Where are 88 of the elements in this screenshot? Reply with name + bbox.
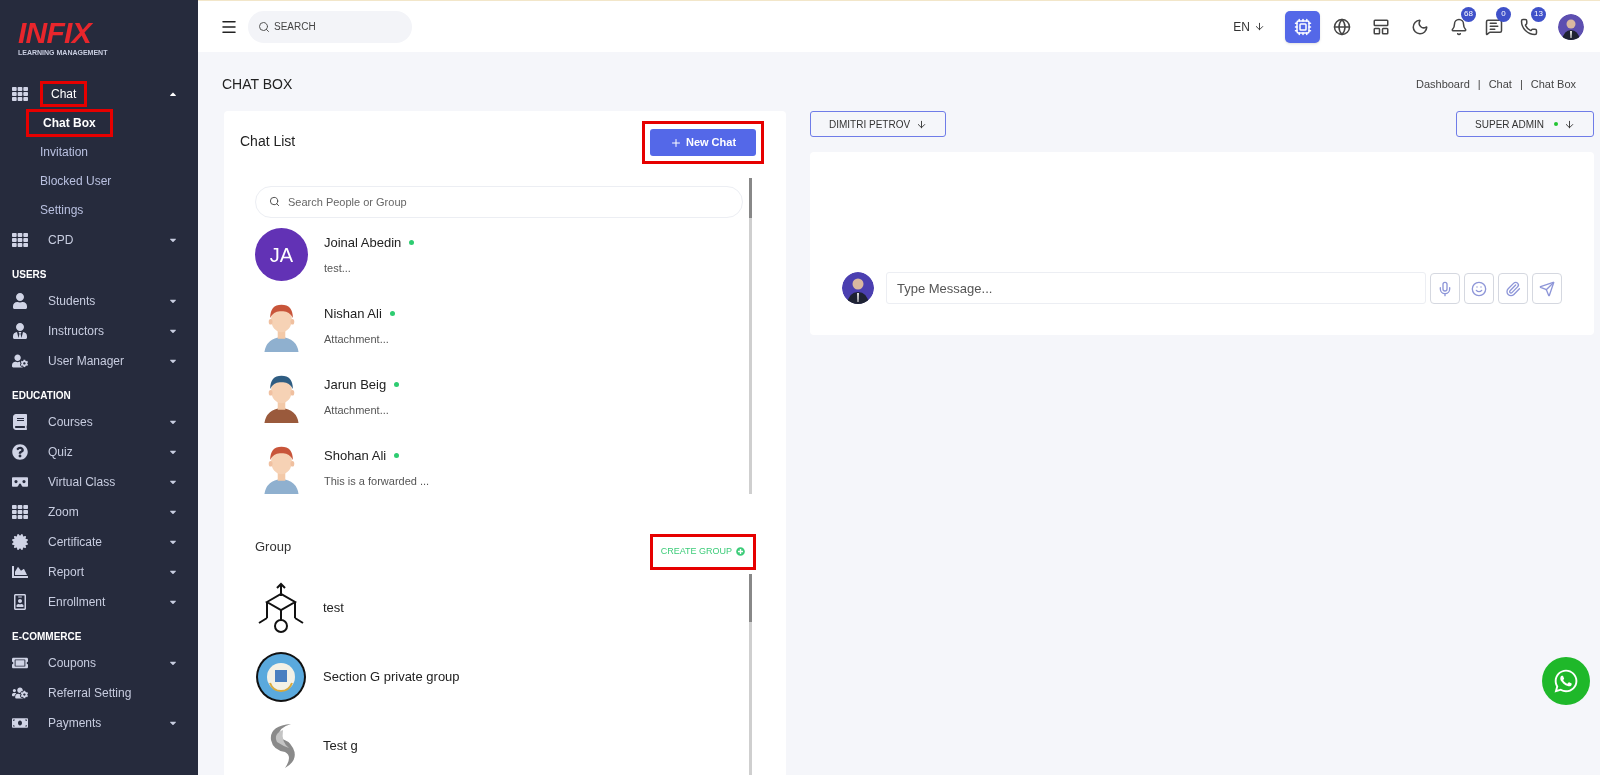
seal-icon — [12, 533, 28, 550]
paperclip-icon — [1505, 280, 1521, 297]
sidebar-subitem[interactable]: Settings — [26, 199, 98, 221]
emoji-button[interactable] — [1464, 273, 1494, 304]
partner-dropdown[interactable]: DIMITRI PETROV — [810, 111, 947, 137]
plus-icon — [669, 136, 682, 149]
sidebar-item[interactable]: CPD — [40, 229, 82, 250]
moon-icon — [1410, 17, 1429, 36]
breadcrumb-link[interactable]: Chat Box — [1530, 76, 1576, 93]
scrollbar[interactable] — [749, 573, 752, 775]
sidebar-item[interactable]: Courses — [40, 411, 101, 432]
user-dropdown[interactable]: SUPER ADMIN — [1456, 111, 1594, 137]
sidebar-subitem[interactable]: Invitation — [26, 141, 103, 163]
message-preview: This is a forwarded ... — [324, 474, 430, 489]
message-field[interactable]: Type Message... — [886, 272, 1426, 304]
microphone-icon — [1437, 280, 1453, 297]
contact-name[interactable]: Joinal Abedin — [324, 232, 402, 252]
page-title: CHAT BOX — [222, 75, 293, 94]
message-preview: Attachment... — [324, 332, 390, 347]
search-icon — [258, 20, 270, 33]
grid-icon — [12, 503, 28, 520]
arrow-down-icon — [1564, 118, 1575, 130]
new-chat-button[interactable]: New Chat — [650, 129, 756, 156]
grid-icon — [12, 85, 28, 102]
chip-icon — [1293, 17, 1312, 36]
layout-icon — [1371, 17, 1390, 36]
bell-icon[interactable] — [1449, 17, 1468, 36]
sidebar-item[interactable]: Instructors — [40, 320, 112, 341]
contact-name[interactable]: Jarun Beig — [324, 374, 387, 394]
user-gear-icon — [12, 352, 28, 369]
send-button[interactable] — [1532, 273, 1562, 304]
breadcrumb-link[interactable]: Chat — [1488, 76, 1512, 93]
count-badge: 13 — [1531, 6, 1546, 22]
count-badge: 0 — [1496, 6, 1511, 22]
search-field[interactable]: Search People or Group — [255, 186, 743, 218]
grid-icon — [12, 231, 28, 248]
message-icon[interactable] — [1484, 17, 1503, 36]
sidebar-item[interactable]: Payments — [40, 712, 110, 733]
search-icon — [269, 196, 280, 207]
sidebar-subitem[interactable]: Chat Box — [29, 112, 110, 134]
sidebar-item[interactable]: Coupons — [40, 652, 105, 673]
user-icon — [12, 292, 28, 309]
whatsapp-icon — [1553, 668, 1579, 694]
message-preview: Attachment... — [324, 403, 390, 418]
sidebar-item[interactable]: Certificate — [40, 531, 111, 552]
area-chart-icon — [12, 563, 28, 580]
message-preview: test... — [324, 261, 352, 276]
badge-icon — [12, 593, 28, 610]
section-heading: USERS — [11, 267, 48, 282]
sidebar-item[interactable]: Chat — [43, 83, 85, 104]
group-name[interactable]: Test g — [323, 736, 358, 756]
language-dropdown[interactable]: EN — [1233, 17, 1265, 36]
question-icon — [12, 443, 28, 460]
initials-avatar: JA — [255, 228, 308, 281]
whatsapp-button[interactable] — [1542, 657, 1590, 705]
count-badge: 68 — [1461, 6, 1476, 22]
arrow-down-icon — [916, 118, 928, 130]
sidebar-item[interactable]: Students — [40, 290, 104, 311]
sidebar-item[interactable]: Referral Setting — [40, 682, 140, 703]
search-field[interactable]: SEARCH — [248, 10, 412, 43]
contact-name[interactable]: Shohan Ali — [324, 445, 387, 465]
book-icon — [12, 413, 28, 430]
smiley-icon — [1471, 280, 1487, 297]
sidebar-item[interactable]: Enrollment — [40, 591, 114, 612]
sidebar-item[interactable]: Quiz — [40, 441, 81, 462]
scrollbar[interactable] — [749, 178, 752, 494]
group-heading: Group — [255, 538, 292, 556]
group-name[interactable]: test — [323, 598, 344, 618]
section-heading: EDUCATION — [11, 388, 72, 403]
sidebar-item[interactable]: User Manager — [40, 350, 133, 371]
user-tie-icon — [12, 322, 28, 339]
group-name[interactable]: Section G private group — [323, 667, 460, 687]
contact-name[interactable]: Nishan Ali — [324, 303, 382, 323]
sidebar-subitem[interactable]: Blocked User — [26, 170, 126, 192]
breadcrumb-separator: | — [1519, 77, 1523, 93]
section-heading: E-COMMERCE — [11, 629, 83, 644]
toolbar-button[interactable] — [1285, 10, 1320, 43]
sidebar-item[interactable]: Zoom — [40, 501, 87, 522]
breadcrumb-separator: | — [1477, 77, 1481, 93]
attach-button[interactable] — [1498, 273, 1528, 304]
sidebar-item[interactable]: Virtual Class — [40, 471, 124, 492]
logo-title: INFIX — [18, 18, 91, 48]
breadcrumb-link[interactable]: Dashboard — [1415, 76, 1470, 93]
globe-icon — [1332, 17, 1351, 36]
arrow-down-icon — [1254, 21, 1265, 32]
sidebar-item[interactable]: Report — [40, 561, 93, 582]
panel-title: Chat List — [240, 132, 296, 151]
send-icon — [1539, 280, 1555, 297]
